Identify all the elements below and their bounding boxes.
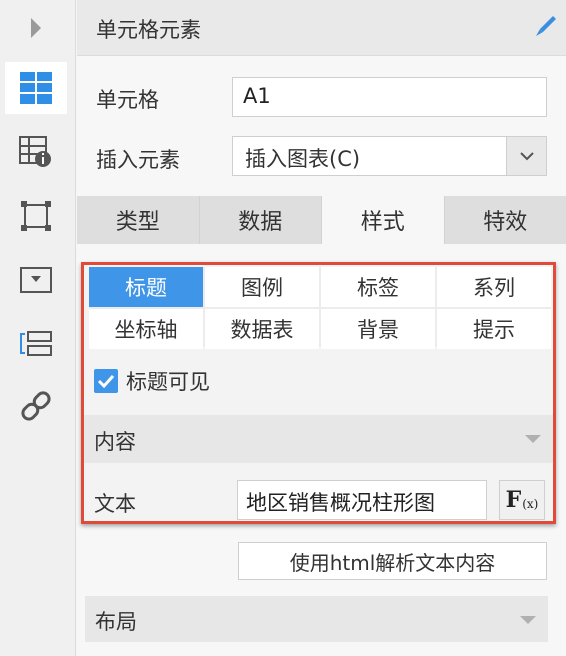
formula-button[interactable]: F (x) [499,480,545,520]
collapse-arrow-icon[interactable] [520,616,536,624]
widget-dropdown-icon[interactable] [5,254,67,306]
sub-tab-label[interactable]: 标签 [321,267,435,307]
insert-element-select[interactable]: 插入图表(C) [232,136,547,176]
formula-icon: F [505,487,522,513]
title-settings-section: 标题 图例 标签 系列 坐标轴 数据表 背景 提示 标题可见 内容 文本 地区销… [81,262,556,524]
expand-arrow-icon[interactable] [5,2,67,54]
cell-label: 单元格 [96,88,159,112]
content-section-label: 内容 [94,430,136,454]
sub-tab-axis[interactable]: 坐标轴 [89,309,203,349]
sub-tab-background[interactable]: 背景 [321,309,435,349]
float-element-icon[interactable] [5,190,67,242]
title-visible-checkbox[interactable] [94,369,118,393]
cell-element-icon[interactable] [5,62,67,114]
sub-tab-series[interactable]: 系列 [437,267,551,307]
text-label: 文本 [94,492,136,516]
sub-tab-title[interactable]: 标题 [89,267,203,307]
content-section-header[interactable]: 内容 [84,415,553,463]
title-visible-row: 标题可见 [94,366,210,396]
chevron-down-icon[interactable] [506,137,546,175]
tab-style[interactable]: 样式 [322,196,445,244]
layout-section-label: 布局 [95,610,137,634]
style-sub-tabs: 标题 图例 标签 系列 坐标轴 数据表 背景 提示 [89,267,551,349]
insert-element-label: 插入元素 [96,148,180,172]
cell-input[interactable]: A1 [232,77,547,117]
cell-element-panel: 单元格元素 单元格 A1 插入元素 插入图表(C) 类型 数据 样式 特效 标题… [77,0,566,656]
formula-icon-sub: (x) [522,497,539,511]
icon-sidebar [0,0,76,656]
cell-attribute-icon[interactable] [5,126,67,178]
sub-tab-tooltip[interactable]: 提示 [437,309,551,349]
tab-effects[interactable]: 特效 [444,196,566,244]
panel-title: 单元格元素 [96,18,201,42]
hyperlink-icon[interactable] [5,380,67,432]
title-text-input[interactable]: 地区销售概况柱形图 [237,480,487,520]
sub-tab-legend[interactable]: 图例 [205,267,319,307]
layout-section-header[interactable]: 布局 [85,596,548,642]
main-tabs: 类型 数据 样式 特效 [77,196,566,244]
edit-pencil-icon[interactable] [534,14,558,42]
condition-attribute-icon[interactable] [5,318,67,370]
tab-type[interactable]: 类型 [77,196,200,244]
tab-data[interactable]: 数据 [199,196,322,244]
parse-html-button[interactable]: 使用html解析文本内容 [238,542,547,580]
sub-tab-data-table[interactable]: 数据表 [205,309,319,349]
collapse-arrow-icon[interactable] [525,435,541,443]
title-visible-label: 标题可见 [126,370,210,394]
insert-element-value: 插入图表(C) [245,147,361,171]
panel-header: 单元格元素 [77,0,566,56]
